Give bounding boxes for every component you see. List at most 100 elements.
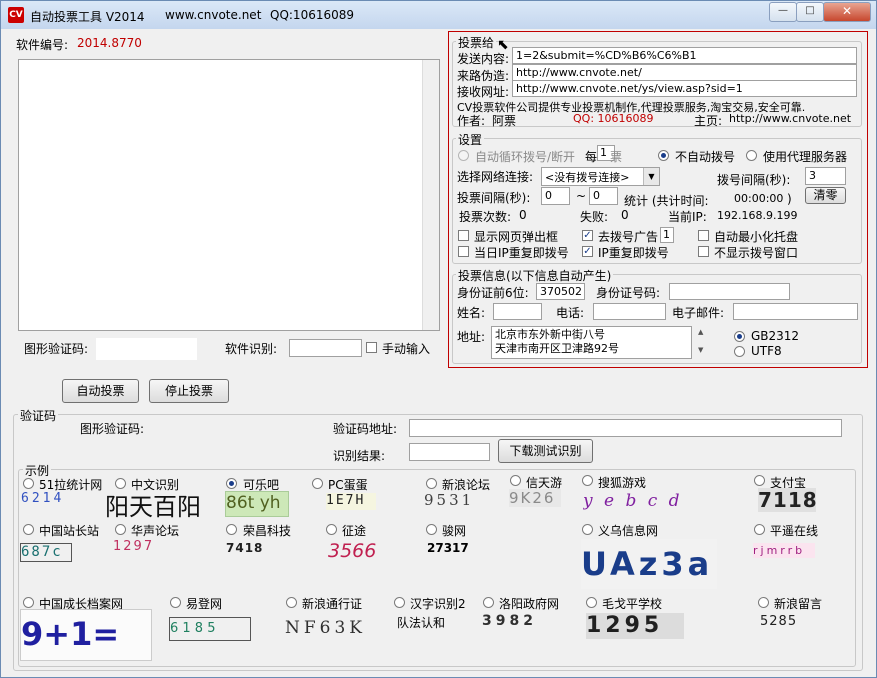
example-radio-growth[interactable] (23, 597, 34, 608)
example-label: 荣昌科技 (243, 524, 292, 538)
example-captcha: 队法认和 (397, 616, 446, 630)
window-title: 自动投票工具 V2014 (30, 10, 145, 24)
example-radio-sohu-game[interactable] (582, 475, 593, 486)
send-content-input[interactable]: 1=2&submit=%CD%B6%C6%B1 (512, 47, 857, 64)
settings-legend: 设置 (456, 131, 485, 148)
select-conn-value: <没有拨号连接> (545, 171, 630, 184)
dial-ad-checkbox[interactable]: ✓ (582, 230, 593, 241)
example-captcha: 687c (20, 543, 72, 562)
same-day-ip-label: 当日IP重复即拨号 (474, 246, 569, 260)
example-radio-yiwu[interactable] (582, 524, 593, 535)
example-label: 平遥在线 (770, 524, 819, 538)
example-captcha: 7118 (758, 488, 816, 512)
example-captcha: 9531 (424, 491, 475, 509)
example-label: 新浪通行证 (302, 597, 363, 611)
tilde-label: ~ (576, 189, 587, 203)
example-radio-luoyang[interactable] (483, 597, 494, 608)
verify-address-input[interactable] (409, 419, 842, 437)
example-radio-51la[interactable] (23, 478, 34, 489)
dial-interval-input[interactable]: 3 (805, 167, 846, 185)
example-radio-xintianyou[interactable] (510, 475, 521, 486)
output-textarea[interactable] (18, 59, 440, 331)
gb2312-label: GB2312 (751, 329, 800, 343)
minimize-button[interactable]: — (769, 2, 797, 22)
example-label: 易登网 (186, 597, 223, 611)
popup-checkbox[interactable] (458, 230, 469, 241)
manual-input-checkbox[interactable] (366, 342, 377, 353)
example-radio-junnet[interactable] (426, 524, 437, 535)
receive-url-input[interactable]: http://www.cnvote.net/ys/view.asp?sid=1 (512, 80, 857, 97)
example-captcha: 3566 (328, 540, 377, 562)
download-test-button[interactable]: 下载测试识别 (498, 439, 593, 463)
name-input[interactable] (493, 303, 542, 320)
example-radio-voc[interactable] (115, 524, 126, 535)
example-radio-maogeping[interactable] (586, 597, 597, 608)
email-input[interactable] (733, 303, 858, 320)
dial-ad-input[interactable]: 1 (660, 227, 674, 243)
example-captcha: 阳天百阳 (105, 493, 201, 521)
id-prefix-input[interactable]: 370502 (536, 283, 585, 300)
maximize-button[interactable]: □ (796, 2, 824, 22)
example-radio-pcegg[interactable] (312, 478, 323, 489)
phone-input[interactable] (593, 303, 666, 320)
dial-interval-label: 拨号间隔(秒): (717, 173, 791, 187)
example-captcha: 86t yh (225, 491, 289, 517)
hide-dial-checkbox[interactable] (698, 246, 709, 257)
verify-captcha-label: 图形验证码: (80, 422, 145, 436)
vote-to-legend: 投票给 (456, 34, 497, 51)
scroll-down-icon[interactable]: ▼ (698, 346, 703, 354)
example-captcha: y e b c d (583, 491, 683, 511)
software-id-label: 软件编号: (16, 38, 69, 52)
example-radio-alipay[interactable] (754, 475, 765, 486)
verify-result-input[interactable] (409, 443, 490, 461)
ip-repeat-checkbox[interactable]: ✓ (582, 246, 593, 257)
example-label: 征途 (342, 524, 367, 538)
example-captcha: 27317 (427, 541, 469, 555)
example-label: 毛戈平学校 (602, 597, 663, 611)
homepage-value[interactable]: http://www.cnvote.net (729, 112, 851, 125)
chevron-down-icon[interactable]: ▼ (643, 168, 659, 185)
gb2312-radio[interactable] (734, 331, 745, 342)
use-proxy-radio[interactable] (746, 150, 757, 161)
minimize-checkbox[interactable] (698, 230, 709, 241)
utf8-radio[interactable] (734, 346, 745, 357)
example-captcha: 7418 (226, 541, 264, 555)
select-conn-dropdown[interactable]: <没有拨号连接> ▼ (541, 167, 660, 186)
vote-interval-from[interactable]: 0 (541, 187, 570, 205)
example-radio-edeng[interactable] (170, 597, 181, 608)
auto-dial-radio[interactable] (458, 150, 469, 161)
title-bar[interactable]: CV 自动投票工具 V2014 www.cnvote.net QQ:106160… (1, 1, 876, 29)
output-scrollbar[interactable] (422, 60, 439, 330)
example-captcha: 3982 (482, 613, 537, 629)
referer-input[interactable]: http://www.cnvote.net/ (512, 64, 857, 81)
example-radio-kele[interactable] (226, 478, 237, 489)
no-dial-radio[interactable] (658, 150, 669, 161)
example-radio-sina-msg[interactable] (758, 597, 769, 608)
same-day-ip-checkbox[interactable] (458, 246, 469, 257)
example-captcha: 6 1 8 5 (169, 617, 251, 641)
example-radio-hanzi2[interactable] (394, 597, 405, 608)
id-number-input[interactable] (669, 283, 790, 300)
recog-input[interactable] (289, 339, 362, 357)
example-radio-chinaz[interactable] (23, 524, 34, 535)
utf8-label: UTF8 (751, 344, 782, 358)
stop-vote-button[interactable]: 停止投票 (149, 379, 229, 403)
address-line-2: 天津市南开区卫津路92号 (495, 342, 619, 355)
scroll-up-icon[interactable]: ▲ (698, 328, 703, 336)
example-radio-zhengtu[interactable] (326, 524, 337, 535)
id-prefix-label: 身份证前6位: (457, 286, 529, 300)
verify-legend: 验证码 (18, 407, 59, 424)
example-radio-sina-pass[interactable] (286, 597, 297, 608)
address-textarea[interactable]: 北京市东外新中街八号 天津市南开区卫津路92号 (491, 326, 692, 359)
manual-input-label: 手动输入 (382, 342, 431, 356)
example-radio-sina-bbs[interactable] (426, 478, 437, 489)
close-button[interactable]: ✕ (823, 2, 871, 22)
example-radio-rongchang[interactable] (226, 524, 237, 535)
ip-repeat-label: IP重复即拨号 (598, 246, 669, 260)
start-vote-button[interactable]: 自动投票 (62, 379, 139, 403)
example-radio-pingyao[interactable] (754, 524, 765, 535)
vote-interval-to[interactable]: 0 (589, 187, 618, 205)
example-captcha: 6214 (21, 491, 65, 506)
clear-button[interactable]: 清零 (805, 187, 846, 204)
email-label: 电子邮件: (672, 306, 725, 320)
